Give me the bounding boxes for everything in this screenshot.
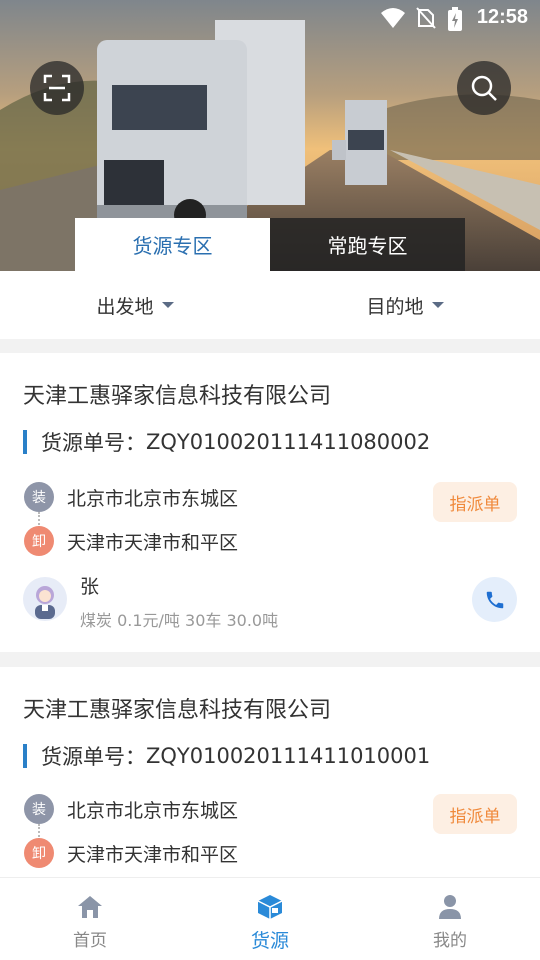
search-button[interactable]	[457, 61, 511, 115]
company-name: 天津工惠驿家信息科技有限公司	[23, 384, 332, 409]
order-prefix: 货源单号：	[41, 431, 146, 455]
bottom-nav: 首页 货源 我的	[0, 877, 540, 960]
order-value: ZQY010020111411080002	[146, 430, 431, 454]
tab-frequent-zone[interactable]: 常跑专区	[270, 218, 465, 271]
contact-name: 张	[80, 576, 100, 598]
assign-badge: 指派单	[433, 482, 517, 522]
unload-tag: 卸	[24, 838, 54, 868]
unload-tag: 卸	[24, 526, 54, 556]
nav-home-label: 首页	[73, 931, 107, 951]
company-name: 天津工惠驿家信息科技有限公司	[23, 698, 332, 723]
nav-cargo-label: 货源	[250, 930, 289, 952]
home-icon	[77, 892, 103, 922]
nav-home[interactable]: 首页	[0, 878, 180, 960]
scan-button[interactable]	[30, 61, 84, 115]
cargo-card[interactable]: 天津工惠驿家信息科技有限公司 货源单号： ZQY0100201114110100…	[0, 667, 540, 877]
zone-tabs: 货源专区 常跑专区	[75, 218, 465, 271]
filter-bar: 出发地 目的地	[0, 271, 540, 339]
status-time: 12:58	[476, 6, 528, 28]
load-row: 装 北京市北京市东城区	[24, 482, 238, 512]
unload-place: 天津市天津市和平区	[67, 531, 239, 554]
caret-down-icon	[161, 302, 174, 308]
load-row: 装 北京市北京市东城区	[24, 794, 238, 824]
no-sim-icon	[416, 7, 436, 29]
destination-filter[interactable]: 目的地	[270, 271, 540, 339]
nav-mine[interactable]: 我的	[360, 878, 540, 960]
destination-filter-label: 目的地	[366, 295, 424, 318]
search-icon	[471, 75, 497, 101]
scan-icon	[43, 74, 71, 102]
avatar	[23, 577, 67, 621]
load-tag: 装	[24, 482, 54, 512]
caret-down-icon	[431, 302, 444, 308]
goods-info: 煤炭 0.1元/吨 30车 30.0吨	[80, 611, 279, 630]
battery-icon	[448, 7, 462, 31]
accent-bar	[23, 430, 27, 454]
tab-cargo-zone[interactable]: 货源专区	[75, 218, 270, 271]
origin-filter[interactable]: 出发地	[0, 271, 270, 339]
unload-row: 卸 天津市天津市和平区	[24, 838, 238, 868]
order-prefix: 货源单号：	[41, 745, 146, 769]
assign-badge: 指派单	[433, 794, 517, 834]
order-value: ZQY010020111411010001	[146, 744, 431, 768]
origin-filter-label: 出发地	[96, 295, 154, 318]
status-bar: 12:58	[0, 0, 540, 36]
wifi-icon	[381, 8, 405, 28]
driver-avatar-icon	[35, 586, 55, 619]
unload-row: 卸 天津市天津市和平区	[24, 526, 238, 556]
load-place: 北京市北京市东城区	[67, 487, 239, 510]
load-tag: 装	[24, 794, 54, 824]
call-button[interactable]	[472, 577, 517, 622]
nav-mine-label: 我的	[433, 931, 467, 951]
load-place: 北京市北京市东城区	[67, 799, 239, 822]
accent-bar	[23, 744, 27, 768]
cargo-box-icon	[256, 892, 284, 922]
profile-icon	[438, 892, 462, 922]
cargo-card[interactable]: 天津工惠驿家信息科技有限公司 货源单号： ZQY0100201114110800…	[0, 353, 540, 652]
unload-place: 天津市天津市和平区	[67, 843, 239, 866]
nav-cargo[interactable]: 货源	[180, 878, 360, 960]
phone-icon	[486, 591, 503, 608]
order-number: 货源单号： ZQY010020111411080002	[23, 427, 430, 457]
order-number: 货源单号： ZQY010020111411010001	[23, 741, 430, 771]
